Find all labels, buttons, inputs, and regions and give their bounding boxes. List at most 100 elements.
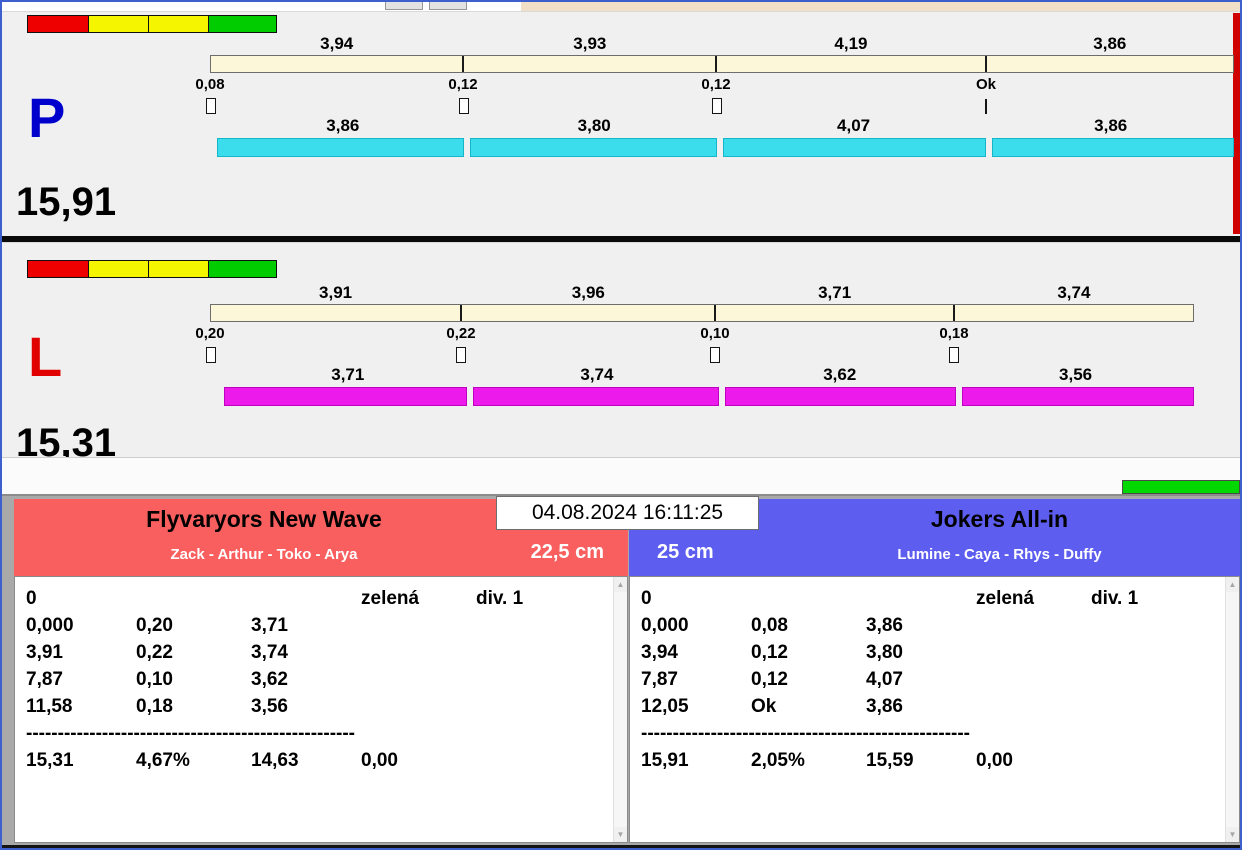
result-row: 3,94 0,12 3,80 bbox=[641, 639, 1221, 666]
l-split-bar bbox=[210, 304, 1194, 322]
p-split-times-row: 3,94 3,93 4,19 3,86 bbox=[210, 34, 1234, 54]
right-panel-scrollbar[interactable]: ▲ ▼ bbox=[1225, 577, 1239, 842]
run-bar-segment bbox=[470, 138, 717, 157]
p-run-times-row: 3,86 3,80 4,07 3,86 bbox=[217, 116, 1234, 136]
left-team-lineup: Zack - Arthur - Toko - Arya bbox=[170, 546, 358, 563]
right-red-indicator-strip bbox=[1233, 13, 1240, 234]
change-marker-box bbox=[712, 98, 722, 114]
run-bar-segment bbox=[724, 387, 956, 406]
cumulative-time: 11,58 bbox=[26, 696, 73, 717]
run-time: 3,80 bbox=[866, 642, 903, 663]
status-color-label: zelená bbox=[976, 588, 1035, 609]
total-time: 15,31 bbox=[26, 750, 74, 771]
run-time: 3,74 bbox=[251, 642, 288, 663]
traffic-yellow-light-2 bbox=[149, 16, 209, 32]
bottom-window-strip bbox=[2, 845, 1240, 848]
run-bar-segment bbox=[961, 387, 1194, 406]
change-time: 0,10 bbox=[136, 669, 173, 690]
traffic-yellow-light-1 bbox=[89, 261, 149, 277]
run-time: 3,62 bbox=[251, 669, 288, 690]
change-marker-box bbox=[710, 347, 720, 363]
left-team-results-panel: 0 zelená div. 1 0,000 0,20 3,71 3,91 0,2… bbox=[14, 576, 628, 843]
penalty-time: 0,00 bbox=[976, 750, 1013, 771]
run-time: 3,56 bbox=[1059, 365, 1093, 384]
right-team-lineup: Lumine - Caya - Rhys - Duffy bbox=[897, 546, 1102, 563]
run-time: 3,71 bbox=[331, 365, 365, 384]
lane-p-panel: 3,94 3,93 4,19 3,86 0,08 0,12 0,12 Ok 3,… bbox=[2, 11, 1240, 236]
result-row: 11,58 0,18 3,56 bbox=[26, 693, 609, 720]
scroll-down-icon[interactable]: ▼ bbox=[614, 827, 627, 842]
split-bar-segment bbox=[464, 56, 718, 72]
run-bar-segment bbox=[217, 138, 465, 157]
background-window-strip bbox=[521, 2, 1240, 11]
l-run-times-row: 3,71 3,74 3,62 3,56 bbox=[224, 365, 1194, 385]
lane-p-total-time: 15,91 bbox=[16, 180, 117, 224]
split-bar-segment bbox=[987, 56, 1233, 72]
p-run-bar bbox=[217, 138, 1235, 157]
scroll-up-icon[interactable]: ▲ bbox=[614, 577, 627, 592]
traffic-red-light bbox=[28, 261, 89, 277]
traffic-red-light bbox=[28, 16, 89, 32]
datetime-display: 04.08.2024 16:11:25 bbox=[496, 496, 759, 530]
teams-section: Flyvaryors New Wave Zack - Arthur - Toko… bbox=[2, 494, 1240, 846]
window-tab-fragment-2[interactable] bbox=[429, 2, 467, 10]
summary-row: 15,91 2,05% 15,59 0,00 bbox=[641, 747, 1221, 774]
split-time: 3,71 bbox=[818, 283, 852, 302]
result-row: 0,000 0,08 3,86 bbox=[641, 612, 1221, 639]
change-time: 0,12 bbox=[751, 642, 788, 663]
traffic-yellow-light-2 bbox=[149, 261, 209, 277]
status-color-label: zelená bbox=[361, 588, 420, 609]
change-time: 0,12 bbox=[448, 76, 478, 93]
run-time: 4,07 bbox=[837, 116, 871, 135]
run-time: 3,62 bbox=[823, 365, 857, 384]
split-bar-segment bbox=[211, 56, 465, 72]
split-time: 3,86 bbox=[1093, 34, 1127, 53]
l-run-bar bbox=[224, 387, 1194, 406]
run-bar-segment bbox=[224, 387, 467, 406]
result-row: 3,91 0,22 3,74 bbox=[26, 639, 609, 666]
left-panel-scrollbar[interactable]: ▲ ▼ bbox=[613, 577, 627, 842]
right-team-jump-height: 25 cm bbox=[657, 541, 714, 563]
heat-counter: 0 bbox=[26, 588, 37, 609]
split-time: 3,96 bbox=[571, 283, 605, 302]
traffic-light-bar-l bbox=[27, 260, 277, 278]
traffic-light-bar-p bbox=[27, 15, 277, 33]
run-time: 4,07 bbox=[866, 669, 903, 690]
change-marker-tick bbox=[985, 99, 987, 114]
result-row: 7,87 0,10 3,62 bbox=[26, 666, 609, 693]
split-bar-segment bbox=[462, 305, 717, 321]
cumulative-time: 3,94 bbox=[641, 642, 678, 663]
top-window-strip bbox=[2, 2, 1240, 11]
lane-l-letter: L bbox=[28, 325, 63, 388]
change-marker-box bbox=[459, 98, 469, 114]
net-time: 15,59 bbox=[866, 750, 914, 771]
cumulative-time: 0,000 bbox=[641, 615, 689, 636]
window-tab-fragment-1[interactable] bbox=[385, 2, 423, 10]
scroll-down-icon[interactable]: ▼ bbox=[1226, 827, 1239, 842]
right-team-results-panel: 0 zelená div. 1 0,000 0,08 3,86 3,94 0,1… bbox=[629, 576, 1240, 843]
run-bar-segment bbox=[722, 138, 986, 157]
result-row: 7,87 0,12 4,07 bbox=[641, 666, 1221, 693]
change-marker-box bbox=[456, 347, 466, 363]
split-bar-segment bbox=[717, 56, 987, 72]
right-team-name: Jokers All-in bbox=[930, 506, 1069, 532]
run-time: 3,74 bbox=[580, 365, 614, 384]
traffic-yellow-light-1 bbox=[89, 16, 149, 32]
change-time: 0,10 bbox=[700, 325, 730, 342]
heat-counter: 0 bbox=[641, 588, 652, 609]
run-time: 3,56 bbox=[251, 696, 288, 717]
penalty-time: 0,00 bbox=[361, 750, 398, 771]
change-time: 0,08 bbox=[751, 615, 788, 636]
change-time: 0,22 bbox=[136, 642, 173, 663]
change-time: Ok bbox=[975, 76, 997, 93]
change-time: Ok bbox=[751, 696, 777, 717]
change-time: 0,20 bbox=[195, 325, 225, 342]
run-time: 3,86 bbox=[866, 615, 903, 636]
split-time: 3,94 bbox=[320, 34, 354, 53]
cumulative-time: 0,000 bbox=[26, 615, 74, 636]
split-time: 4,19 bbox=[834, 34, 868, 53]
total-time: 15,91 bbox=[641, 750, 689, 771]
scroll-up-icon[interactable]: ▲ bbox=[1226, 577, 1239, 592]
status-row: 0 zelená div. 1 bbox=[641, 585, 1221, 612]
loss-percent: 2,05% bbox=[751, 750, 805, 771]
